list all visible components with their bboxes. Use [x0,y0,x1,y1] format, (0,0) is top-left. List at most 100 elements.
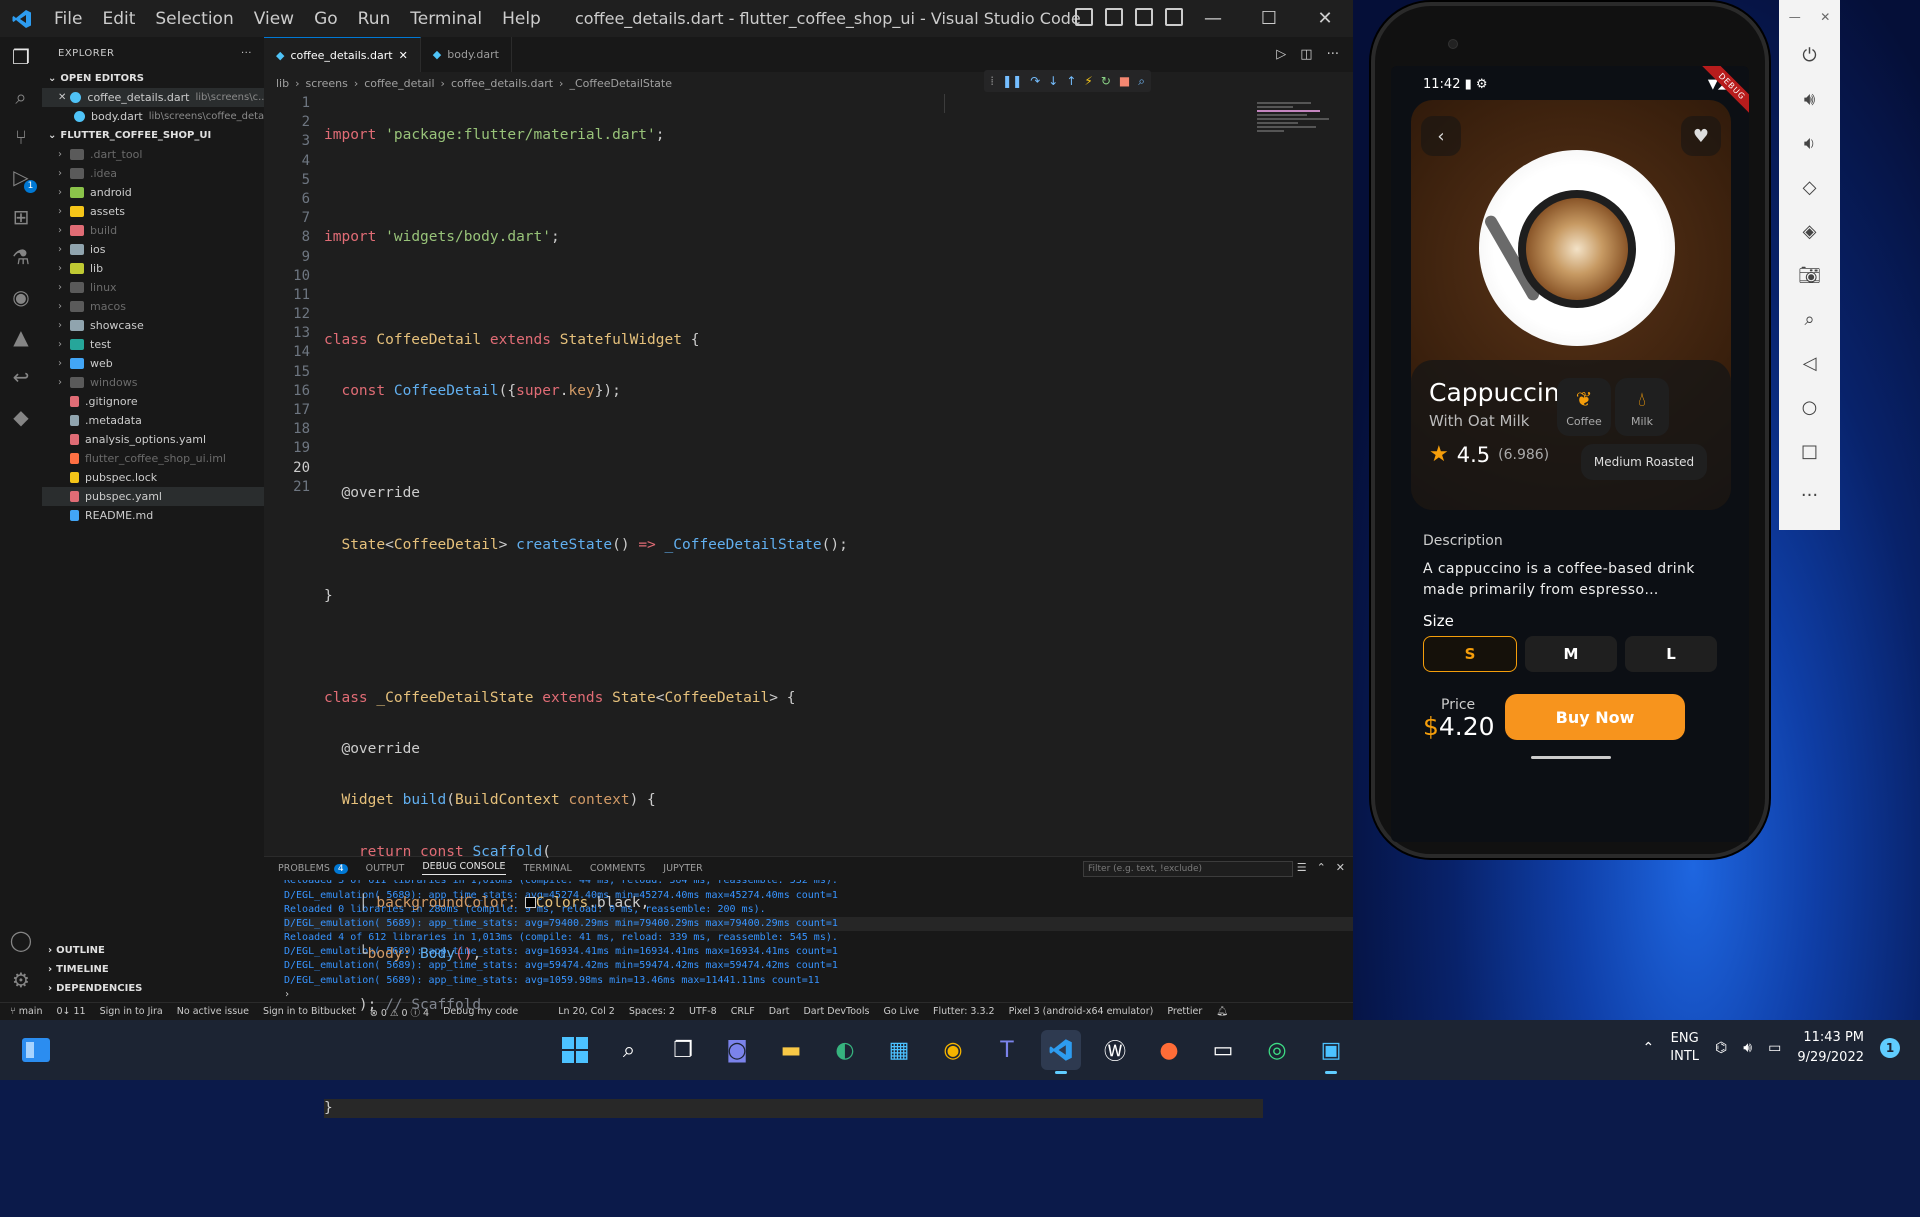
extensions-icon[interactable]: ⊞ [9,205,33,229]
run-debug-icon[interactable]: ▷ 1 [9,165,37,193]
back-button[interactable]: ‹ [1421,116,1461,156]
postman-icon[interactable]: ● [1149,1030,1189,1070]
python-icon[interactable]: ◆ [9,405,33,429]
tab-terminal[interactable]: TERMINAL [524,863,572,874]
volume-down-icon[interactable]: 🔉︎ [1796,130,1824,158]
file-item[interactable]: analysis_options.yaml [42,430,264,449]
size-m-button[interactable]: M [1525,636,1617,672]
outline-section[interactable]: › OUTLINE [42,941,264,960]
tab-comments[interactable]: COMMENTS [590,863,645,874]
file-item[interactable]: .metadata [42,411,264,430]
breadcrumb-item[interactable]: coffee_detail [364,77,434,90]
terminal-icon[interactable]: ▭ [1203,1030,1243,1070]
toggle-sidebar-icon[interactable] [1075,8,1093,26]
toggle-secondary-sidebar-icon[interactable] [1135,8,1153,26]
volume-icon[interactable]: 🔊︎ [1743,1040,1752,1056]
search-icon[interactable]: ⌕ [609,1030,649,1070]
folder-item[interactable]: › android [42,183,264,202]
breadcrumb-item[interactable]: coffee_details.dart [451,77,553,90]
widgets-icon[interactable] [20,1034,52,1066]
folder-item[interactable]: › assets [42,202,264,221]
task-view-icon[interactable]: ❐ [663,1030,703,1070]
folder-item[interactable]: › build [42,221,264,240]
language-indicator[interactable]: ENG INTL [1670,1030,1699,1066]
vscode-taskbar-icon[interactable] [1041,1030,1081,1074]
step-into-icon[interactable]: ↓ [1048,74,1058,88]
menu-edit[interactable]: Edit [92,9,145,29]
console-filter-input[interactable]: Filter (e.g. text, !exclude) [1083,861,1293,877]
store-icon[interactable]: ▦ [879,1030,919,1070]
project-section[interactable]: ⌄ FLUTTER_COFFEE_SHOP_UI [42,126,264,145]
folder-item[interactable]: › macos [42,297,264,316]
menu-view[interactable]: View [244,9,304,29]
menu-selection[interactable]: Selection [145,9,243,29]
teams-icon[interactable]: T [987,1030,1027,1070]
menu-help[interactable]: Help [492,9,551,29]
rotate-left-icon[interactable]: ◇ [1796,174,1824,202]
battery-icon[interactable]: ▭ [1768,1040,1781,1056]
breadcrumb-item[interactable]: screens [306,77,348,90]
open-editor-item[interactable]: ✕ coffee_details.dart lib\screens\c... [42,88,264,107]
step-over-icon[interactable]: ↷ [1030,74,1040,88]
maximize-button[interactable]: ☐ [1241,0,1297,37]
network-icon[interactable]: ⌬ [1715,1040,1727,1056]
more-actions-icon[interactable]: ··· [241,48,252,59]
folder-item[interactable]: › showcase [42,316,264,335]
jira-signin[interactable]: Sign in to Jira [100,1006,163,1017]
size-l-button[interactable]: L [1625,636,1717,672]
tab-coffee-details[interactable]: ◆ coffee_details.dart ✕ [264,37,421,72]
open-editor-item[interactable]: body.dart lib\screens\coffee_deta... [42,107,264,126]
zoom-icon[interactable]: ⌕ [1796,306,1824,334]
branch-indicator[interactable]: ⑂ main [10,1006,42,1017]
code-content[interactable]: import 'package:flutter/material.dart'; … [324,94,1353,1118]
run-icon[interactable]: ▷ [1276,47,1286,62]
clear-console-icon[interactable]: ☰ [1297,861,1307,874]
close-panel-icon[interactable]: ✕ [1336,861,1345,874]
split-editor-icon[interactable]: ◫ [1300,47,1312,62]
menu-run[interactable]: Run [348,9,401,29]
step-out-icon[interactable]: ↑ [1066,74,1076,88]
chrome-icon[interactable]: ◉ [933,1030,973,1070]
toggle-panel-icon[interactable] [1105,8,1123,26]
file-explorer-icon[interactable]: ▬ [771,1030,811,1070]
close-icon[interactable]: ✕ [399,49,408,62]
accounts-icon[interactable]: ◯ [9,928,33,952]
active-issue[interactable]: No active issue [177,1006,249,1017]
edge-icon[interactable]: ◐ [825,1030,865,1070]
tab-problems[interactable]: PROBLEMS 4 [278,863,348,874]
folder-item[interactable]: › lib [42,259,264,278]
folder-item[interactable]: › ios [42,240,264,259]
source-control-icon[interactable]: ⑂ [9,125,33,149]
more-icon[interactable]: ··· [1796,482,1824,510]
minimize-emulator-icon[interactable]: — [1789,10,1801,24]
screenshot-icon[interactable]: 📷︎ [1796,262,1824,290]
timeline-section[interactable]: › TIMELINE [42,960,264,979]
open-editors-section[interactable]: ⌄ OPEN EDITORS [42,69,264,88]
menu-go[interactable]: Go [304,9,348,29]
notification-badge[interactable]: 1 [1880,1038,1900,1058]
phone-screen[interactable]: 11:42 ▮ ⚙ ▼◢▮ DEBUG ‹ ♥ Cappuccino With … [1391,66,1749,842]
emulator-taskbar-icon[interactable]: ▣ [1311,1030,1351,1074]
minimap[interactable] [1257,100,1347,160]
chat-icon[interactable]: ◙ [717,1030,757,1070]
android-studio-icon[interactable]: ◎ [1257,1030,1297,1070]
file-item[interactable]: .gitignore [42,392,264,411]
size-s-button[interactable]: S [1423,636,1517,672]
file-item[interactable]: pubspec.yaml [42,487,264,506]
live-share-icon[interactable]: ↩ [9,365,33,389]
file-item[interactable]: flutter_coffee_shop_ui.iml [42,449,264,468]
volume-up-icon[interactable]: 🔊︎ [1796,86,1824,114]
back-nav-icon[interactable]: ◁ [1796,350,1824,378]
breadcrumb-item[interactable]: lib [276,77,289,90]
github-icon[interactable]: ◉ [9,285,33,309]
customize-layout-icon[interactable] [1165,8,1183,26]
file-item[interactable]: pubspec.lock [42,468,264,487]
stop-icon[interactable]: ■ [1119,74,1130,88]
explorer-icon[interactable]: ❐ [9,45,33,69]
pause-icon[interactable]: ❚❚ [1002,74,1022,88]
tab-output[interactable]: OUTPUT [366,863,405,874]
overview-nav-icon[interactable]: □ [1796,438,1824,466]
folder-item[interactable]: › web [42,354,264,373]
close-emulator-icon[interactable]: ✕ [1820,10,1830,24]
folder-item[interactable]: › .idea [42,164,264,183]
